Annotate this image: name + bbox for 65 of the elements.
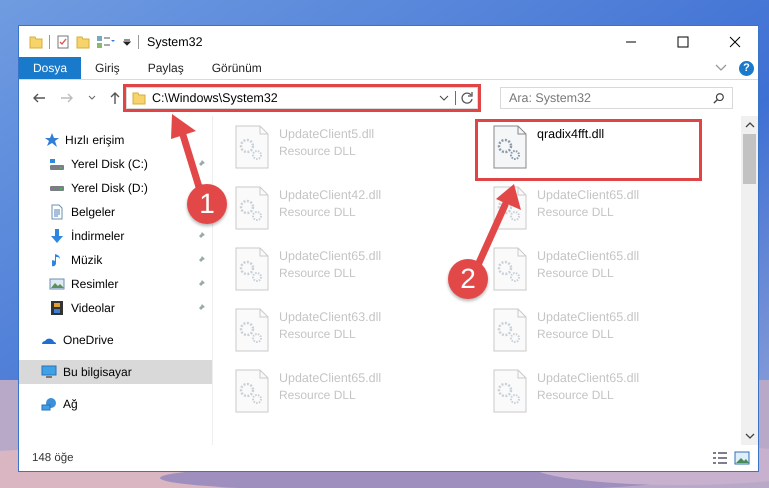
sidebar-item[interactable]: Bu bilgisayar (19, 360, 212, 384)
item-count: 148 öğe (32, 452, 74, 464)
file-type: Resource DLL (537, 327, 615, 341)
film-icon (50, 300, 64, 316)
sidebar-item[interactable]: Videolar (19, 296, 119, 320)
picture-icon (49, 278, 65, 290)
back-arrow-icon[interactable] (32, 91, 46, 105)
network-icon (41, 397, 57, 411)
scroll-down-icon[interactable] (744, 433, 754, 439)
large-icons-view-icon[interactable] (734, 451, 750, 465)
sidebar-item[interactable]: Müzik (19, 248, 106, 272)
details-view-icon[interactable] (712, 451, 728, 465)
checklist-icon[interactable] (56, 34, 70, 48)
caret-icon[interactable] (439, 95, 449, 101)
scroll-thumb[interactable] (743, 134, 756, 184)
ribbon-tab[interactable]: Giriş (81, 57, 134, 79)
sidebar-item[interactable]: Resimler (19, 272, 122, 296)
drive-icon (49, 184, 65, 192)
scrollbar[interactable] (741, 116, 758, 445)
window-title: System32 (147, 34, 203, 48)
search-field[interactable]: Ara: System32 (500, 87, 733, 109)
caret-icon[interactable] (88, 95, 96, 101)
folder-icon[interactable] (76, 34, 90, 48)
folder-icon (132, 91, 146, 105)
file-type: Resource DLL (279, 144, 357, 158)
address-path: C:\Windows\System32 (152, 91, 279, 105)
chevron-down-icon[interactable] (715, 64, 727, 72)
gear-file-icon[interactable] (493, 125, 527, 169)
file-type: Resource DLL (279, 388, 357, 402)
file-type: Resource DLL (279, 266, 357, 280)
folder-icon[interactable] (29, 34, 43, 48)
ribbon-tab[interactable]: Dosya (19, 57, 82, 79)
dropdown-icon[interactable] (122, 36, 132, 46)
ribbon-tab[interactable]: Görünüm (198, 57, 276, 79)
file-type: Resource DLL (537, 266, 615, 280)
file-type: Resource DLL (537, 205, 615, 219)
sidebar-item[interactable]: Belgeler (19, 200, 120, 224)
star-icon (43, 132, 59, 148)
file-name[interactable]: qradix4fft.dll (537, 127, 604, 141)
ribbon-tab[interactable]: Paylaş (134, 57, 198, 79)
sidebar-item[interactable]: Hızlı erişim (19, 128, 128, 152)
up-arrow-icon[interactable] (108, 91, 122, 105)
address-bar[interactable]: C:\Windows\System32 (123, 84, 481, 112)
download-arrow-icon (50, 228, 64, 244)
properties-icon[interactable] (96, 34, 116, 48)
scroll-up-icon[interactable] (744, 122, 754, 128)
cloud-icon (41, 336, 57, 344)
file-type: Resource DLL (279, 205, 357, 219)
sidebar-item[interactable]: Ağ (19, 392, 82, 416)
sidebar-item[interactable]: OneDrive (19, 328, 118, 352)
maximize-icon (677, 36, 689, 48)
document-icon (51, 204, 63, 220)
computer-icon (41, 365, 57, 379)
music-note-icon (52, 253, 62, 267)
file-type: Resource DLL (537, 388, 615, 402)
file-type: Resource DLL (279, 327, 357, 341)
minimize-icon (625, 40, 637, 42)
sidebar-item[interactable]: Yerel Disk (D:) (19, 176, 152, 200)
forward-arrow-icon[interactable] (60, 91, 74, 105)
drive-icon (49, 158, 65, 170)
close-icon (729, 36, 741, 48)
search-icon[interactable] (713, 92, 725, 104)
sidebar-item[interactable]: İndirmeler (19, 224, 128, 248)
sidebar-item[interactable]: Yerel Disk (C:) (19, 152, 152, 176)
help-button[interactable]: ? (739, 60, 754, 76)
